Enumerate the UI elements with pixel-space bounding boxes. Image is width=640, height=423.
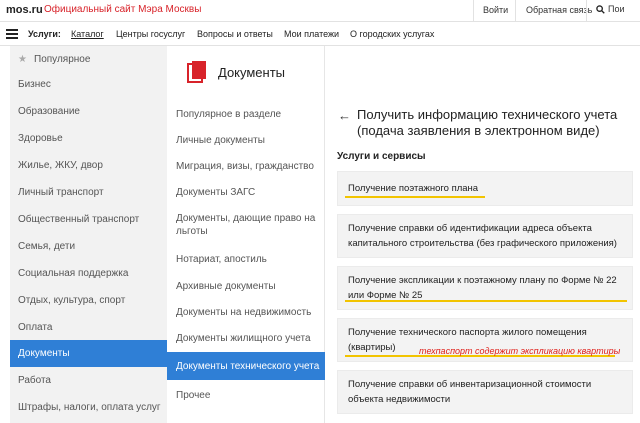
service-card-inventory-value[interactable]: Получение справки об инвентаризационной … — [337, 370, 633, 414]
sidebar-item-label: Документы — [18, 348, 70, 359]
documents-menu-item[interactable]: Нотариат, апостиль — [167, 249, 325, 269]
top-bar: mos.ru Официальный сайт Мэра Москвы Войт… — [0, 0, 640, 22]
documents-menu-label: Архивные документы — [176, 280, 276, 292]
star-icon: ★ — [18, 54, 27, 65]
sidebar-item[interactable]: ★ Популярное — [10, 46, 167, 73]
site-title[interactable]: Официальный сайт Мэра Москвы — [44, 4, 201, 15]
sidebar-item[interactable]: Социальная поддержка — [10, 260, 167, 287]
nav-my-payments[interactable]: Мои платежи — [284, 29, 339, 39]
service-card-label: Получение экспликации к поэтажному плану… — [348, 275, 617, 301]
menu-icon[interactable] — [6, 29, 18, 39]
nav-about-services[interactable]: О городских услугах — [350, 29, 434, 39]
service-card-floor-plan[interactable]: Получение поэтажного плана — [337, 171, 633, 206]
documents-menu-item[interactable]: Миграция, визы, гражданство — [167, 156, 325, 176]
sidebar-item-label: Отдых, культура, спорт — [18, 295, 126, 306]
search-label: Пои — [608, 4, 625, 14]
annotation-note: техпаспорт содержит экспликацию квартиры — [419, 346, 621, 356]
search-icon — [596, 5, 605, 14]
page-title: Получить информацию технического учета (… — [357, 107, 618, 138]
site-logo[interactable]: mos.ru — [6, 4, 43, 16]
top-separator — [515, 0, 516, 22]
sidebar-item-label: Личный транспорт — [18, 187, 104, 198]
sidebar-item-label: Социальная поддержка — [18, 268, 129, 279]
top-separator — [586, 0, 587, 22]
sidebar-item[interactable]: Жилье, ЖКУ, двор — [10, 152, 167, 179]
documents-menu-label: Документы технического учета — [176, 360, 320, 372]
documents-menu-label: Документы, дающие право на льготы — [176, 213, 316, 237]
sidebar-item[interactable]: Оплата — [10, 314, 167, 341]
documents-menu-label: Документы на недвижимость — [176, 306, 312, 318]
sidebar-item[interactable]: Здоровье — [10, 125, 167, 152]
sidebar-item-label: Работа — [18, 375, 51, 386]
nav-catalog[interactable]: Каталог — [71, 29, 104, 39]
services-nav: Услуги: Каталог Центры госуслуг Вопросы … — [0, 22, 640, 46]
documents-menu-item[interactable]: Популярное в разделе — [167, 104, 325, 124]
service-card-label: Получение поэтажного плана — [348, 183, 479, 194]
sidebar-item-label: Штрафы, налоги, оплата услуг — [18, 402, 161, 413]
sidebar-item[interactable]: Бизнес — [10, 71, 167, 98]
sidebar-item[interactable]: Общественный транспорт — [10, 206, 167, 233]
sidebar-item[interactable]: Работа — [10, 367, 167, 394]
services-label: Услуги: — [28, 29, 61, 39]
documents-menu-label: Миграция, визы, гражданство — [176, 160, 314, 172]
services-heading: Услуги и сервисы — [337, 151, 426, 162]
highlight-underline — [345, 300, 627, 302]
sidebar-item-label: Семья, дети — [18, 241, 76, 252]
sidebar-item[interactable]: Образование — [10, 98, 167, 125]
feedback-link[interactable]: Обратная связь — [526, 5, 592, 15]
documents-menu-label: Документы жилищного учета — [176, 332, 311, 344]
sidebar-item-label: Бизнес — [18, 79, 51, 90]
search-button[interactable]: Пои — [596, 4, 625, 14]
login-link[interactable]: Войти — [483, 5, 508, 15]
sidebar-item[interactable]: Штрафы, налоги, оплата услуг — [10, 394, 167, 421]
sidebar-item[interactable]: Документы — [10, 340, 167, 367]
sidebar-item-label: Общественный транспорт — [18, 214, 140, 225]
sidebar-item[interactable]: Личный транспорт — [10, 179, 167, 206]
documents-menu-label: Популярное в разделе — [176, 108, 282, 120]
service-card-label: Получение справки об инвентаризационной … — [348, 379, 592, 405]
documents-menu-item[interactable]: Документы технического учета — [167, 352, 325, 380]
documents-menu-label: Прочее — [176, 389, 211, 401]
documents-menu-item[interactable]: Документы жилищного учета — [167, 328, 325, 348]
service-card-label: Получение справки об идентификации адрес… — [348, 223, 617, 249]
documents-menu-item[interactable]: Документы на недвижимость — [167, 302, 325, 322]
sidebar-item-label: Популярное — [34, 54, 91, 65]
nav-faq[interactable]: Вопросы и ответы — [197, 29, 273, 39]
documents-menu-label: Нотариат, апостиль — [176, 253, 267, 265]
documents-menu-item[interactable]: Документы, дающие право на льготы — [167, 207, 325, 243]
back-arrow-icon[interactable]: ← — [338, 108, 351, 123]
sidebar-item-label: Здоровье — [18, 133, 63, 144]
sidebar-item-label: Жилье, ЖКУ, двор — [18, 160, 103, 171]
documents-menu-item[interactable]: Архивные документы — [167, 276, 325, 296]
nav-service-centers[interactable]: Центры госуслуг — [116, 29, 185, 39]
documents-menu-item[interactable]: Прочее — [167, 385, 325, 405]
documents-menu-label: Документы ЗАГС — [176, 186, 256, 198]
top-separator — [473, 0, 474, 22]
service-card-address-certificate[interactable]: Получение справки об идентификации адрес… — [337, 214, 633, 258]
sidebar-item[interactable]: Семья, дети — [10, 233, 167, 260]
documents-title: Документы — [218, 65, 286, 80]
sidebar-item[interactable]: Отдых, культура, спорт — [10, 287, 167, 314]
documents-menu-item[interactable]: Личные документы — [167, 130, 325, 150]
documents-menu-label: Личные документы — [176, 134, 265, 146]
sidebar-item-label: Оплата — [18, 322, 53, 333]
documents-icon — [187, 61, 206, 83]
service-card-explication[interactable]: Получение экспликации к поэтажному плану… — [337, 266, 633, 310]
highlight-underline — [345, 196, 485, 198]
sidebar-item-label: Образование — [18, 106, 80, 117]
documents-menu-item[interactable]: Документы ЗАГС — [167, 182, 325, 202]
